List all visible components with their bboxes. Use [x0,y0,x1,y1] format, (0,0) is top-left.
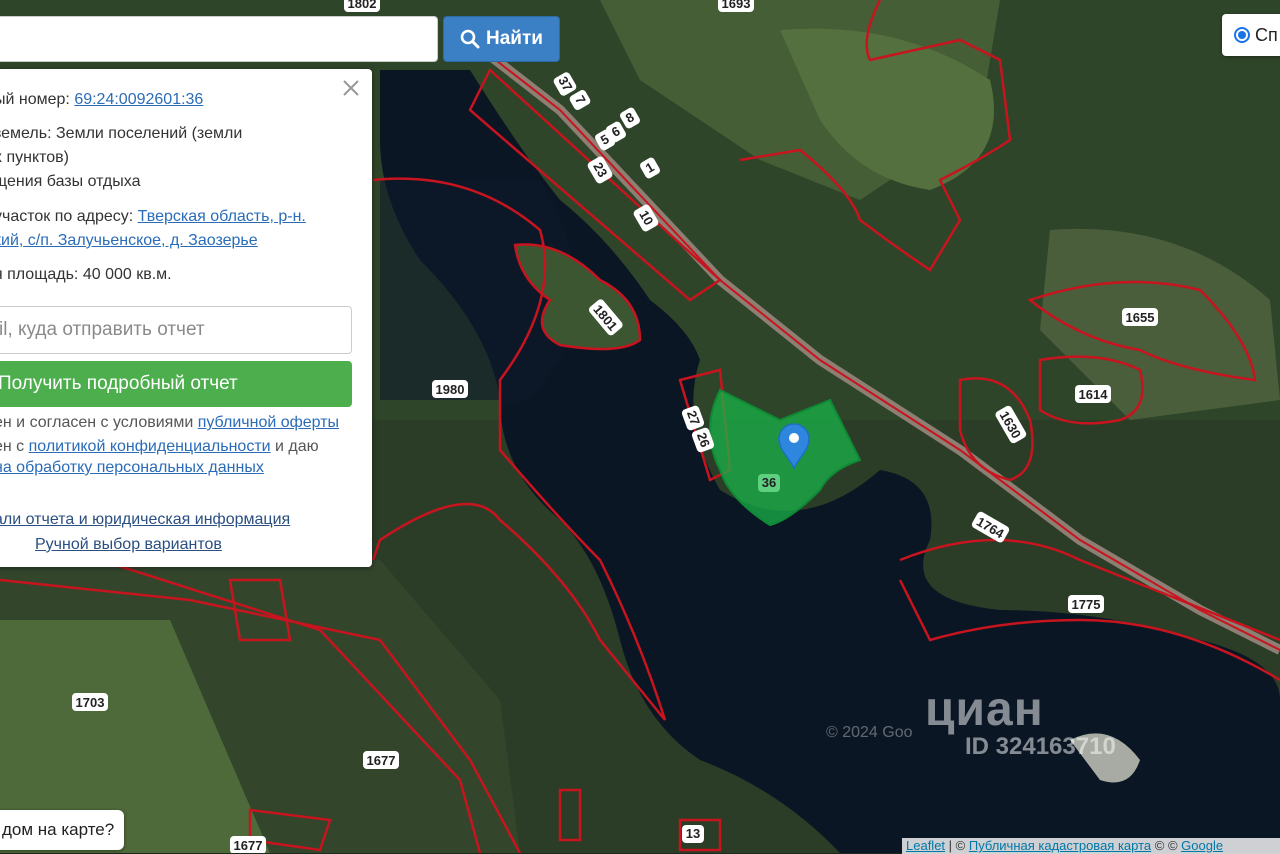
cadastral-number-link[interactable]: 69:24:0092601:36 [74,91,203,108]
cadastral-map-link[interactable]: Публичная кадастровая карта [969,838,1151,853]
radio-selected-icon[interactable] [1234,27,1250,43]
selected-parcel-label: 36 [762,475,776,490]
area-value: 40 000 кв.м. [82,266,172,283]
layer-switch[interactable]: Сп [1222,14,1280,56]
address-label: участок по адресу: [0,208,134,225]
watermark-logo: циан [925,683,1044,736]
parcel-label: 1677 [367,753,396,768]
land-category-label: земель: [0,125,52,142]
public-offer-link[interactable]: публичной оферты [198,414,339,431]
leaflet-link[interactable]: Leaflet [906,838,945,853]
parcel-label: 1802 [348,0,377,11]
attribution-sep-2: © © [1151,838,1182,853]
land-category-value: Земли поселений (земли [56,125,243,142]
parcel-label: 1614 [1079,387,1109,402]
personal-data-link[interactable]: на обработку персональных данных [0,459,264,476]
find-button[interactable]: Найти [443,16,560,62]
manual-selection-link[interactable]: Ручной выбор вариантов [35,536,222,553]
google-link[interactable]: Google [1181,838,1223,853]
search-box [0,16,438,62]
search-input[interactable] [0,17,437,61]
land-use-value: щения базы отдыха [0,173,141,190]
map-attribution: Leaflet | © Публичная кадастровая карта … [902,838,1280,854]
search-icon [460,29,480,49]
privacy-policy-link[interactable]: политикой конфиденциальности [29,438,271,455]
privacy-text-end: и даю [270,438,319,455]
google-copyright-overlay: © 2024 Goo [826,724,913,741]
address-link[interactable]: Тверская область, р-н. [138,208,306,225]
parcel-label: 1775 [1072,597,1101,612]
parcel-label: 1703 [76,695,105,710]
find-button-label: Найти [486,28,543,49]
terms-text: ен и согласен с условиями [0,414,198,431]
parcel-label: 1693 [722,0,751,11]
parcel-label: 1655 [1126,310,1155,325]
layer-switch-label: Сп [1255,24,1278,45]
parcel-label: 1980 [436,382,465,397]
address-link-line2[interactable]: кий, с/п. Залучьенское, д. Заозерье [0,232,258,249]
parcel-label: 1677 [234,838,263,853]
privacy-text: ен с [0,438,25,455]
get-report-button[interactable]: Получить подробный отчет [0,361,352,407]
parcel-label: 13 [686,826,700,841]
close-icon[interactable] [340,77,362,99]
attribution-sep: | © [945,838,969,853]
watermark-id: ID 324163710 [965,733,1116,760]
land-category-value-line2: х пунктов) [0,149,69,166]
cadastral-number-label: ый номер: [0,91,70,108]
cian-watermark: циан ID 324163710 [925,682,1116,761]
area-label: я площадь: [0,266,79,283]
parcel-info-panel: ый номер: 69:24:0092601:36 земель: Земли… [0,69,372,567]
house-on-map-button[interactable]: дом на карте? [0,810,124,850]
email-field[interactable] [0,306,352,354]
report-details-link[interactable]: али отчета и юридическая информация [0,511,290,528]
